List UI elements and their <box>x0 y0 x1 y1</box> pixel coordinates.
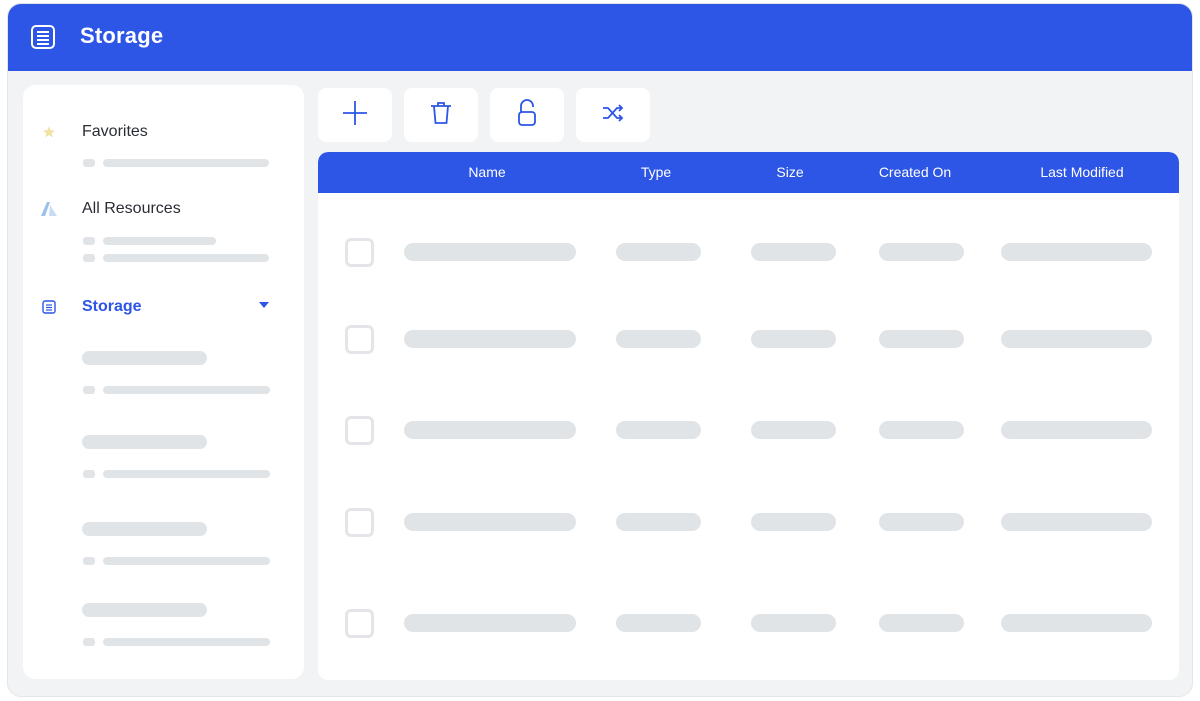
skeleton-cell <box>404 330 576 348</box>
skeleton-placeholder <box>103 557 270 565</box>
table-header: Name Type Size Created On Last Modified <box>318 152 1179 193</box>
column-header-size[interactable]: Size <box>776 164 803 180</box>
row-checkbox[interactable] <box>345 508 374 537</box>
skeleton-cell <box>616 243 701 261</box>
row-checkbox[interactable] <box>345 416 374 445</box>
skeleton-placeholder <box>103 254 269 262</box>
skeleton-cell <box>879 513 964 531</box>
row-checkbox[interactable] <box>345 238 374 267</box>
sidebar-item-favorites[interactable]: Favorites <box>23 120 304 144</box>
skeleton-cell <box>404 421 576 439</box>
skeleton-placeholder <box>83 254 95 262</box>
skeleton-placeholder <box>103 470 270 478</box>
skeleton-placeholder <box>103 237 216 245</box>
skeleton-cell <box>879 330 964 348</box>
skeleton-placeholder <box>83 557 95 565</box>
skeleton-cell <box>616 421 701 439</box>
table-row[interactable] <box>318 411 1179 451</box>
sidebar-item-label: Storage <box>82 298 142 315</box>
sidebar-item-all-resources[interactable]: All Resources <box>23 197 304 221</box>
star-icon <box>41 124 57 140</box>
plus-icon <box>341 99 369 132</box>
skeleton-placeholder <box>103 386 270 394</box>
skeleton-cell <box>404 243 576 261</box>
skeleton-cell <box>751 243 836 261</box>
skeleton-placeholder <box>83 638 95 646</box>
skeleton-subitem[interactable] <box>82 603 207 617</box>
skeleton-cell <box>1001 330 1152 348</box>
sidebar-item-label: All Resources <box>82 200 181 217</box>
skeleton-cell <box>1001 614 1152 632</box>
title-bar: Storage <box>8 4 1192 71</box>
skeleton-cell <box>1001 513 1152 531</box>
table-row[interactable] <box>318 503 1179 543</box>
window-title: Storage <box>80 23 164 48</box>
skeleton-cell <box>1001 421 1152 439</box>
column-header-type[interactable]: Type <box>641 164 671 180</box>
chevron-down-icon[interactable] <box>259 302 269 308</box>
sidebar: Favorites All Resources Storage <box>23 85 304 679</box>
table-row[interactable] <box>318 320 1179 360</box>
sidebar-item-label: Favorites <box>82 123 148 140</box>
skeleton-cell <box>616 614 701 632</box>
table-row[interactable] <box>318 233 1179 273</box>
skeleton-placeholder <box>83 470 95 478</box>
storage-list-icon <box>30 24 56 50</box>
shuffle-button[interactable] <box>576 88 650 142</box>
row-checkbox[interactable] <box>345 325 374 354</box>
skeleton-cell <box>879 243 964 261</box>
app-window: Storage Favorites All Resources Storage … <box>7 3 1193 697</box>
skeleton-subitem[interactable] <box>82 435 207 449</box>
resource-table: Name Type Size Created On Last Modified <box>318 152 1179 680</box>
column-header-created-on[interactable]: Created On <box>879 164 951 180</box>
skeleton-cell <box>751 513 836 531</box>
skeleton-subitem[interactable] <box>82 522 207 536</box>
skeleton-placeholder <box>83 386 95 394</box>
azure-icon <box>41 201 57 217</box>
skeleton-placeholder <box>83 159 95 167</box>
shuffle-icon <box>601 103 625 128</box>
skeleton-subitem[interactable] <box>82 351 207 365</box>
skeleton-cell <box>751 421 836 439</box>
table-row[interactable] <box>318 604 1179 644</box>
skeleton-placeholder <box>103 159 269 167</box>
skeleton-cell <box>1001 243 1152 261</box>
column-header-name[interactable]: Name <box>468 164 505 180</box>
trash-icon <box>429 101 453 130</box>
skeleton-placeholder <box>103 638 270 646</box>
add-button[interactable] <box>318 88 392 142</box>
skeleton-cell <box>404 614 576 632</box>
delete-button[interactable] <box>404 88 478 142</box>
skeleton-cell <box>751 330 836 348</box>
storage-list-icon <box>41 299 57 315</box>
skeleton-cell <box>616 330 701 348</box>
skeleton-cell <box>616 513 701 531</box>
row-checkbox[interactable] <box>345 609 374 638</box>
skeleton-cell <box>751 614 836 632</box>
unlock-button[interactable] <box>490 88 564 142</box>
skeleton-placeholder <box>83 237 95 245</box>
column-header-last-modified[interactable]: Last Modified <box>1040 164 1123 180</box>
skeleton-cell <box>879 614 964 632</box>
skeleton-cell <box>404 513 576 531</box>
sidebar-item-storage[interactable]: Storage <box>23 295 304 319</box>
unlock-icon <box>517 98 537 132</box>
skeleton-cell <box>879 421 964 439</box>
